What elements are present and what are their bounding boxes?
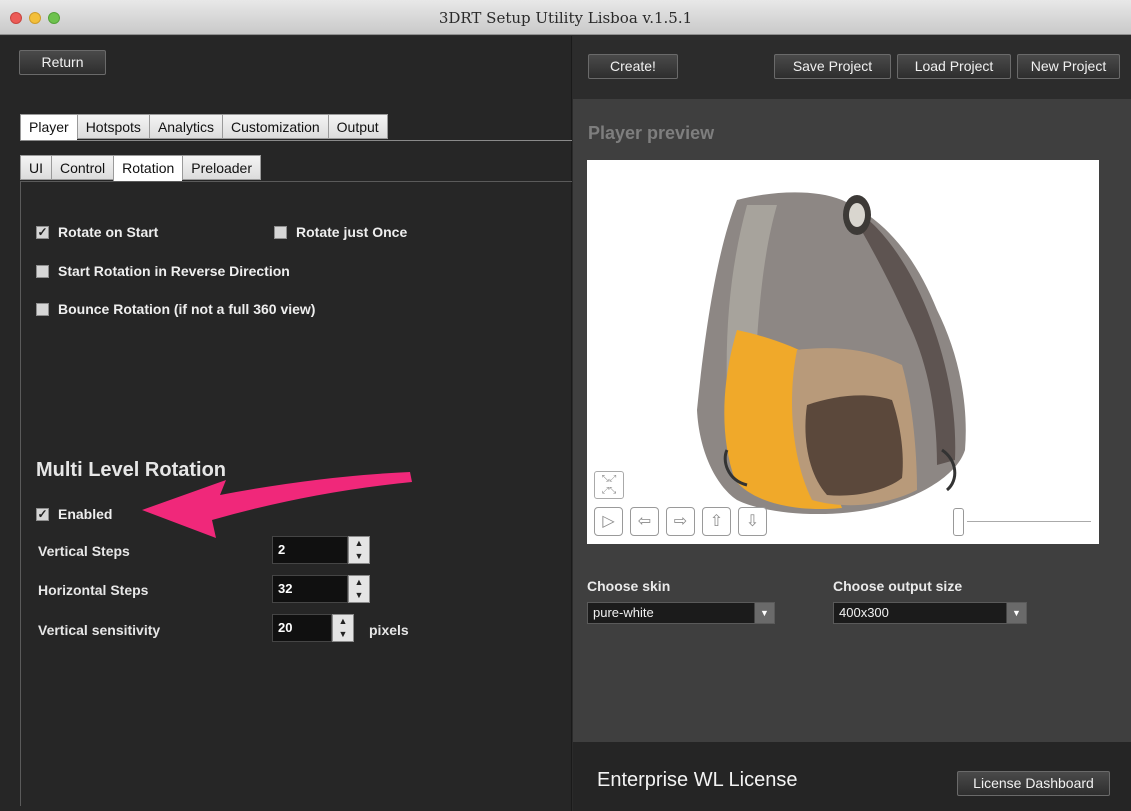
output-size-select-value: 400x300 [839,605,889,620]
reverse-direction-option[interactable]: Start Rotation in Reverse Direction [36,263,290,279]
arrow-up-icon[interactable]: ⇧ [702,507,731,536]
sub-tab-bar: UI Control Rotation Preloader [20,155,261,182]
vertical-sensitivity-label: Vertical sensitivity [38,622,161,638]
save-project-button[interactable]: Save Project [774,54,891,79]
fullscreen-icon[interactable]: ⤡⤢ ⤢⤡ [594,471,624,499]
skin-select-value: pure-white [593,605,654,620]
license-dashboard-button[interactable]: License Dashboard [957,771,1110,796]
output-size-select[interactable]: 400x300 ▼ [833,602,1027,624]
vertical-sensitivity-input[interactable]: 20 [272,614,332,642]
zoom-slider-thumb[interactable] [953,508,964,536]
chevron-down-icon[interactable]: ▼ [754,603,774,623]
return-button[interactable]: Return [19,50,106,75]
player-preview-title: Player preview [588,123,715,143]
multi-level-enabled-option[interactable]: ✓ Enabled [36,506,112,522]
zoom-slider-track[interactable] [967,521,1091,522]
vertical-steps-label: Vertical Steps [38,543,130,559]
rotate-just-once-checkbox[interactable] [274,225,287,239]
choose-skin-label: Choose skin [587,578,671,594]
player-preview: ⤡⤢ ⤢⤡ ▷ ⇦ ⇨ ⇧ ⇩ [587,160,1099,544]
chevron-down-icon[interactable]: ▼ [1006,603,1026,623]
window-title: 3DRT Setup Utility Lisboa v.1.5.1 [438,9,693,27]
rotate-just-once-option[interactable]: Rotate just Once [274,224,407,240]
tab-output[interactable]: Output [327,114,388,139]
choose-output-size-label: Choose output size [833,578,963,594]
left-panel: Return Player Hotspots Analytics Customi… [0,36,572,811]
license-text: Enterprise WL License [597,769,798,791]
arrow-left-icon[interactable]: ⇦ [630,507,659,536]
tab-ui[interactable]: UI [20,155,51,180]
horizontal-steps-stepper[interactable]: ▲ ▼ [348,575,370,603]
horizontal-steps-label: Horizontal Steps [38,582,149,598]
main-tab-bar: Player Hotspots Analytics Customization … [20,114,388,141]
stepper-up-icon[interactable]: ▲ [333,615,353,628]
tab-control[interactable]: Control [51,155,114,180]
reverse-direction-checkbox[interactable] [36,264,49,278]
stepper-up-icon[interactable]: ▲ [349,576,369,589]
main-tab-divider [20,140,572,141]
bounce-rotation-option[interactable]: Bounce Rotation (if not a full 360 view) [36,301,315,317]
arrow-right-icon[interactable]: ⇨ [666,507,695,536]
create-button[interactable]: Create! [588,54,678,79]
skin-select[interactable]: pure-white ▼ [587,602,775,624]
rotate-on-start-checkbox[interactable]: ✓ [36,225,49,239]
stepper-down-icon[interactable]: ▼ [333,628,353,641]
stepper-down-icon[interactable]: ▼ [349,589,369,602]
tab-customization[interactable]: Customization [221,114,328,139]
license-bar: Enterprise WL License License Dashboard [573,742,1131,811]
title-bar: 3DRT Setup Utility Lisboa v.1.5.1 [0,0,1131,35]
multi-level-enabled-label: Enabled [58,506,113,522]
annotation-arrow-shape [142,472,412,538]
vertical-sensitivity-unit: pixels [369,622,409,638]
multi-level-enabled-checkbox[interactable]: ✓ [36,507,49,521]
load-project-button[interactable]: Load Project [897,54,1011,79]
tab-hotspots[interactable]: Hotspots [76,114,149,139]
rotate-on-start-label: Rotate on Start [58,224,159,240]
arrow-down-icon[interactable]: ⇩ [738,507,767,536]
rotate-just-once-label: Rotate just Once [296,224,408,240]
tab-preloader[interactable]: Preloader [182,155,261,180]
tab-player[interactable]: Player [20,114,77,141]
bounce-rotation-label: Bounce Rotation (if not a full 360 view) [58,301,316,317]
play-icon[interactable]: ▷ [594,507,623,536]
backpack-image [697,192,966,515]
tab-analytics[interactable]: Analytics [148,114,222,139]
rotate-on-start-option[interactable]: ✓ Rotate on Start [36,224,158,240]
stepper-down-icon[interactable]: ▼ [349,550,369,563]
right-panel: Create! Save Project Load Project New Pr… [573,36,1131,811]
tab-rotation[interactable]: Rotation [113,155,183,182]
reverse-direction-label: Start Rotation in Reverse Direction [58,263,290,279]
annotation-arrow [142,472,412,538]
right-toolbar: Create! Save Project Load Project New Pr… [573,36,1131,99]
new-project-button[interactable]: New Project [1017,54,1120,79]
vertical-sensitivity-stepper[interactable]: ▲ ▼ [332,614,354,642]
horizontal-steps-input[interactable]: 32 [272,575,348,603]
bounce-rotation-checkbox[interactable] [36,302,49,316]
